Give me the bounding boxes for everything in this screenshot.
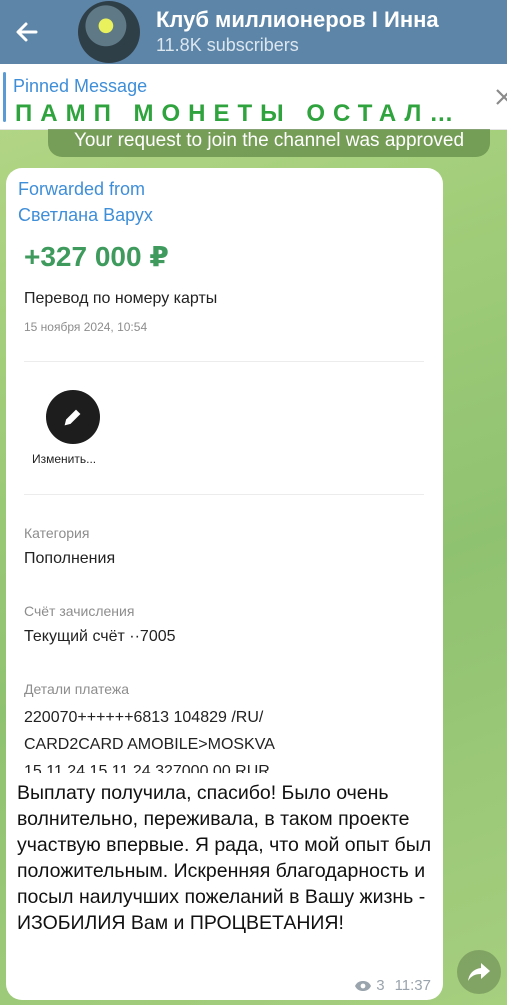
details-line: 15.11.24 15.11.24 327000.00 RUR [24, 763, 270, 773]
share-icon [468, 963, 490, 981]
category-label: Категория [24, 525, 90, 541]
pinned-message-bar[interactable]: Pinned Message ПАМП МОНЕТЫ ОСТАЛ… [0, 64, 507, 130]
pinned-label: Pinned Message [13, 76, 148, 96]
message-time: 11:37 [394, 977, 431, 994]
join-approved-notice: Your request to join the channel was app… [48, 129, 490, 157]
receipt-divider [24, 494, 424, 495]
view-count: 3 [376, 977, 385, 994]
back-button[interactable] [0, 0, 54, 64]
receipt-image[interactable]: +327 000 ₽ Перевод по номеру карты 15 но… [6, 228, 443, 773]
details-line: 220070++++++6813 104829 /RU/ [24, 709, 264, 726]
edit-label: Изменить... [32, 452, 97, 466]
channel-avatar[interactable] [78, 1, 140, 63]
category-value: Пополнения [24, 550, 116, 567]
forwarded-author[interactable]: Светлана Варух [18, 202, 153, 228]
share-button[interactable] [457, 950, 501, 994]
account-label: Счёт зачисления [24, 603, 135, 619]
message-meta: 3 11:37 [354, 977, 431, 994]
channel-info[interactable]: Клуб миллионеров I Инна 11.8K subscriber… [156, 7, 439, 57]
details-value: 220070++++++6813 104829 /RU/ CARD2CARD A… [24, 704, 424, 773]
pencil-icon [46, 390, 100, 444]
receipt-date: 15 ноября 2024, 10:54 [24, 320, 148, 334]
chat-header: Клуб миллионеров I Инна 11.8K subscriber… [0, 0, 507, 64]
subscriber-count: 11.8K subscribers [156, 35, 299, 55]
receipt-title: Перевод по номеру карты [24, 290, 218, 307]
forwarded-header[interactable]: Forwarded from Светлана Варух [18, 176, 153, 228]
pinned-accent-line [3, 72, 6, 122]
receipt-amount: +327 000 ₽ [24, 241, 169, 272]
details-line: CARD2CARD AMOBILE>MOSKVA [24, 736, 275, 753]
forwarded-label: Forwarded from [18, 179, 146, 199]
message-text: Выплату получила, спасибо! Было очень во… [17, 782, 432, 934]
pinned-text: ПАМП МОНЕТЫ ОСТАЛ… [15, 100, 462, 127]
receipt-divider [24, 361, 424, 362]
arrow-left-icon [16, 22, 38, 42]
close-icon[interactable] [493, 84, 507, 115]
eye-icon [355, 980, 372, 991]
message-bubble[interactable]: Forwarded from Светлана Варух +327 000 ₽… [6, 168, 443, 1000]
channel-title: Клуб миллионеров I Инна [156, 7, 439, 32]
account-value: Текущий счёт ··7005 [24, 628, 176, 645]
details-label: Детали платежа [24, 681, 129, 697]
